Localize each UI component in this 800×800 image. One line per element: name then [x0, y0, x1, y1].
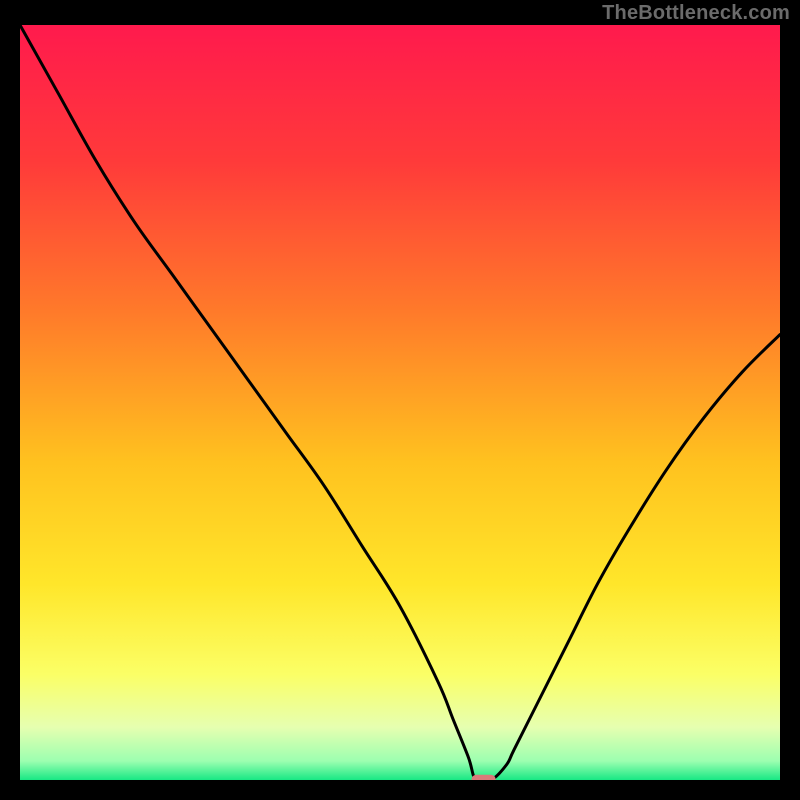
gradient-background	[20, 25, 780, 780]
plot-viewport	[20, 25, 780, 780]
chart-frame: TheBottleneck.com	[0, 0, 800, 800]
watermark-text: TheBottleneck.com	[602, 2, 790, 25]
